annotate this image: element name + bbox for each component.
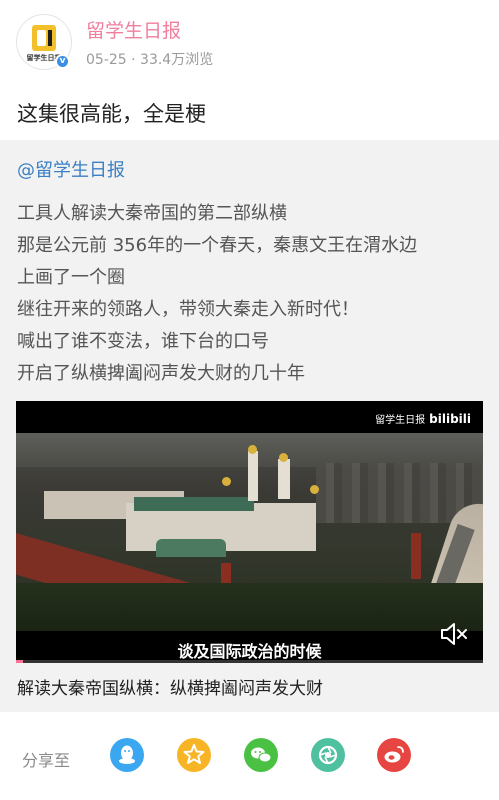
text-line: 上画了一个圈 — [17, 267, 125, 288]
video-player[interactable]: 留学生日报 bilibili 谈及国际政治的时候 — [16, 401, 483, 663]
video-frame — [16, 433, 483, 631]
share-weibo-button[interactable] — [377, 738, 411, 772]
reposted-card[interactable]: @留学生日报 工具人解读大秦帝国的第二部纵横 那是公元前 356年的一个春天，秦… — [0, 140, 499, 712]
moments-icon — [318, 745, 338, 765]
brand-logo-icon — [32, 25, 56, 51]
author-name[interactable]: 留学生日报 — [86, 16, 181, 43]
share-moments-button[interactable] — [311, 738, 345, 772]
mention-link[interactable]: @留学生日报 — [17, 156, 125, 182]
share-wechat-button[interactable] — [244, 738, 278, 772]
video-watermark: 留学生日报 bilibili — [375, 411, 471, 426]
wechat-icon — [251, 747, 272, 763]
share-qzone-button[interactable] — [177, 738, 211, 772]
post-title: 这集很高能，全是梗 — [17, 102, 206, 126]
share-bar: 分享至 — [0, 712, 499, 800]
watermark-channel: 留学生日报 — [375, 415, 426, 426]
qzone-star-icon — [183, 744, 205, 764]
text-line: 喊出了谁不变法，谁下台的口号 — [17, 331, 269, 352]
video-caption[interactable]: 解读大秦帝国纵横：纵横捭阖闷声发大财 — [17, 674, 323, 699]
share-qq-button[interactable] — [110, 738, 144, 772]
weibo-icon — [384, 746, 404, 763]
volume-mute-icon[interactable] — [439, 621, 469, 647]
video-subtitle: 谈及国际政治的时候 — [177, 642, 322, 661]
video-progress-fill — [16, 660, 23, 663]
verified-v-icon: v — [55, 54, 70, 69]
video-progress-bar[interactable] — [16, 660, 483, 663]
text-line: 那是公元前 356年的一个春天，秦惠文王在渭水边 — [17, 235, 418, 256]
text-line: 继往开来的领路人，带领大秦走入新时代！ — [17, 299, 359, 320]
reposted-text: 工具人解读大秦帝国的第二部纵横 那是公元前 356年的一个春天，秦惠文王在渭水边… — [17, 198, 487, 390]
text-line: 工具人解读大秦帝国的第二部纵横 — [17, 203, 287, 224]
post-meta: 05-25 · 33.4万浏览 — [86, 52, 214, 68]
post-header: 留学生日报 v 留学生日报 05-25 · 33.4万浏览 — [0, 0, 499, 84]
bilibili-logo: bilibili — [429, 412, 471, 426]
text-line: 开启了纵横捭阖闷声发大财的几十年 — [17, 363, 305, 384]
qq-icon — [119, 745, 135, 764]
share-label: 分享至 — [22, 751, 71, 770]
